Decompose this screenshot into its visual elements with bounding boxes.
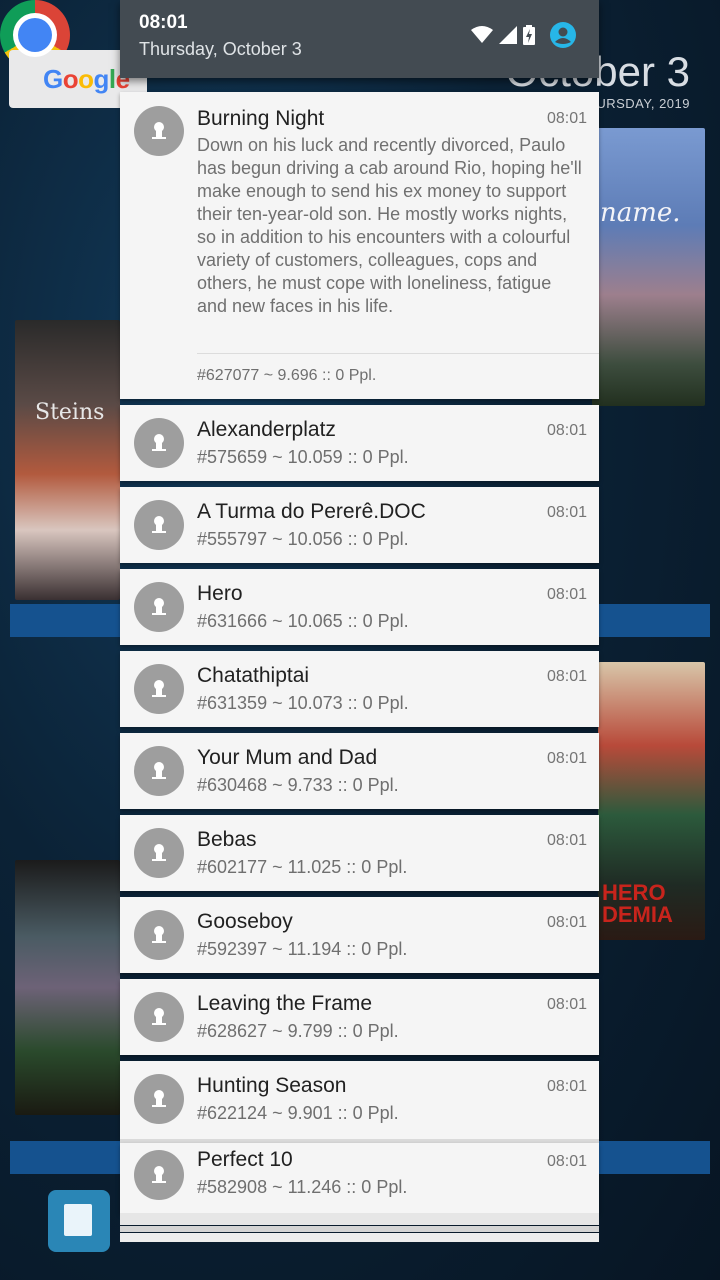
status-date: Thursday, October 3: [139, 39, 302, 59]
notification-app-icon: [134, 500, 184, 550]
notification-meta: #575659 ~ 10.059 :: 0 Ppl.: [197, 447, 409, 467]
notification-card[interactable]: Hero 08:01 #631666 ~ 10.065 :: 0 Ppl.: [120, 569, 599, 645]
notification-time: 08:01: [546, 422, 587, 439]
notification-shade-header[interactable]: 08:01 Thursday, October 3: [120, 0, 599, 78]
cell-signal-icon: [499, 26, 517, 44]
notification-time: 08:01: [546, 668, 587, 685]
notification-stack-edge: [120, 1233, 599, 1242]
notification-meta: #622124 ~ 9.901 :: 0 Ppl.: [197, 1103, 399, 1123]
app-notification-icon: [152, 926, 166, 943]
notification-time: 08:01: [546, 504, 587, 521]
app-notification-icon: [152, 680, 166, 697]
notification-card[interactable]: Alexanderplatz 08:01 #575659 ~ 10.059 ::…: [120, 405, 599, 481]
notification-card[interactable]: Bebas 08:01 #602177 ~ 11.025 :: 0 Ppl.: [120, 815, 599, 891]
notification-app-icon: [134, 664, 184, 714]
notification-title: Alexanderplatz: [197, 418, 336, 441]
wifi-icon: [471, 26, 493, 43]
notification-app-icon: [134, 746, 184, 796]
google-logo-letter: G: [43, 63, 63, 94]
notification-title: Burning Night: [197, 107, 325, 130]
poster-my-hero-academia[interactable]: HERO DEMIA: [598, 662, 705, 940]
notification-body: Down on his luck and recently divorced, …: [197, 135, 582, 316]
notification-card[interactable]: Leaving the Frame 08:01 #628627 ~ 9.799 …: [120, 979, 599, 1055]
notification-card[interactable]: Hunting Season 08:01 #622124 ~ 9.901 :: …: [120, 1061, 599, 1139]
app-notification-icon: [152, 844, 166, 861]
notification-meta: #592397 ~ 11.194 :: 0 Ppl.: [197, 939, 408, 959]
google-logo-letter: g: [93, 63, 110, 94]
notification-title: A Turma do Pererê.DOC: [197, 500, 426, 523]
poster-steins-gate[interactable]: Steins: [15, 320, 120, 600]
notification-card[interactable]: Gooseboy 08:01 #592397 ~ 11.194 :: 0 Ppl…: [120, 897, 599, 973]
notification-card[interactable]: Perfect 10 08:01 #582908 ~ 11.246 :: 0 P…: [120, 1143, 599, 1213]
notification-time: 08:01: [546, 996, 587, 1013]
notification-title: Chatathiptai: [197, 664, 310, 687]
notification-card[interactable]: A Turma do Pererê.DOC 08:01 #555797 ~ 10…: [120, 487, 599, 563]
app-notification-icon: [152, 1090, 166, 1107]
notification-meta: #631359 ~ 10.073 :: 0 Ppl.: [197, 693, 409, 713]
app-notification-icon: [152, 1008, 166, 1025]
notification-title: Gooseboy: [197, 910, 293, 933]
notification-title: Bebas: [197, 828, 257, 851]
notification-meta: #555797 ~ 10.056 :: 0 Ppl.: [197, 529, 409, 549]
notification-time: 08:01: [546, 110, 587, 127]
notification-time: 08:01: [546, 750, 587, 767]
app-notification-icon: [152, 122, 166, 139]
google-logo-letter: o: [78, 63, 94, 94]
poster-title: name.: [600, 198, 681, 228]
notification-stack-edge: [120, 1226, 599, 1232]
notification-meta: #627077 ~ 9.696 :: 0 Ppl.: [197, 367, 377, 384]
google-logo-letter: l: [108, 63, 116, 94]
notification-time: 08:01: [546, 1153, 587, 1170]
notification-app-icon: [134, 1150, 184, 1200]
poster-title: HERO DEMIA: [602, 880, 673, 927]
app-notification-icon: [152, 598, 166, 615]
account-icon[interactable]: [549, 21, 577, 49]
notification-time: 08:01: [546, 832, 587, 849]
notification-app-icon: [134, 418, 184, 468]
notification-stack-edge: [120, 1213, 599, 1225]
status-icons: [471, 21, 577, 49]
notification-card[interactable]: Your Mum and Dad 08:01 #630468 ~ 9.733 :…: [120, 733, 599, 809]
poster-title: Steins: [35, 400, 105, 425]
app-notification-icon: [152, 516, 166, 533]
notification-app-icon: [134, 910, 184, 960]
notification-time: 08:01: [546, 586, 587, 603]
google-logo-letter: o: [62, 63, 79, 94]
notification-card-expanded[interactable]: Burning Night 08:01 Down on his luck and…: [120, 92, 599, 399]
poster-anime[interactable]: [15, 860, 120, 1115]
notification-time: 08:01: [546, 914, 587, 931]
notification-app-icon: [134, 828, 184, 878]
notification-meta: #630468 ~ 9.733 :: 0 Ppl.: [197, 775, 399, 795]
notification-app-icon: [134, 992, 184, 1042]
divider: [197, 353, 599, 354]
notification-meta: #582908 ~ 11.246 :: 0 Ppl.: [197, 1177, 408, 1197]
notification-title: Perfect 10: [197, 1148, 293, 1171]
battery-charging-icon: [523, 25, 535, 45]
notification-title: Leaving the Frame: [197, 992, 373, 1015]
notification-title: Hero: [197, 582, 243, 605]
notification-meta: #602177 ~ 11.025 :: 0 Ppl.: [197, 857, 408, 877]
notification-app-icon: [134, 582, 184, 632]
app-notification-icon: [152, 762, 166, 779]
notification-card[interactable]: Chatathiptai 08:01 #631359 ~ 10.073 :: 0…: [120, 651, 599, 727]
app-notification-icon: [152, 1166, 166, 1183]
notes-app-icon[interactable]: [48, 1190, 110, 1252]
notification-title: Your Mum and Dad: [197, 746, 378, 769]
status-time: 08:01: [139, 12, 188, 33]
notification-title: Hunting Season: [197, 1074, 347, 1097]
notification-app-icon: [134, 1074, 184, 1124]
poster-your-name[interactable]: name.: [592, 128, 705, 406]
notification-meta: #631666 ~ 10.065 :: 0 Ppl.: [197, 611, 409, 631]
app-notification-icon: [152, 434, 166, 451]
notification-app-icon: [134, 106, 184, 156]
notification-time: 08:01: [546, 1078, 587, 1095]
notification-meta: #628627 ~ 9.799 :: 0 Ppl.: [197, 1021, 399, 1041]
